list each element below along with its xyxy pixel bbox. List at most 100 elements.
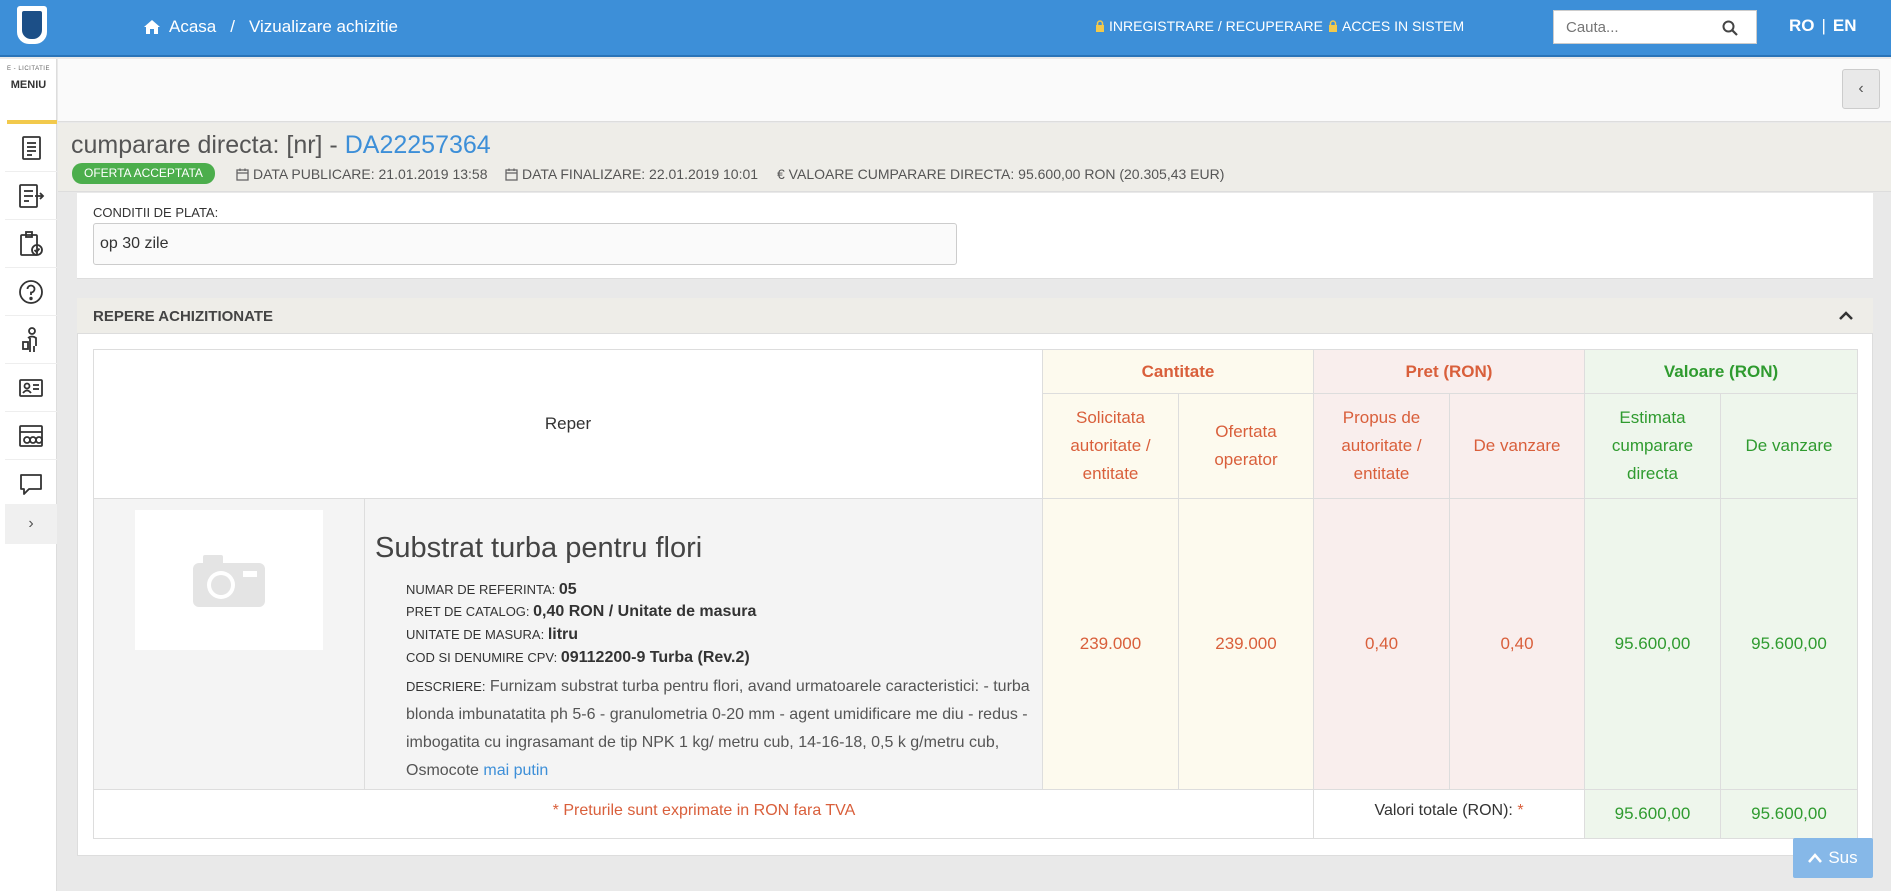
header-estimata: Estimata cumparare directa bbox=[1584, 393, 1721, 499]
total-estimated-cell: 95.600,00 bbox=[1584, 789, 1721, 839]
back-to-top-label: Sus bbox=[1828, 848, 1858, 867]
breadcrumb-home[interactable]: Acasa bbox=[169, 17, 216, 37]
sidebar-item-lists[interactable] bbox=[5, 172, 57, 220]
acquisition-value: € VALOARE CUMPARARE DIRECTA: 95.600,00 R… bbox=[777, 166, 1224, 182]
header-ofertata-label: Ofertata operator bbox=[1214, 422, 1278, 469]
status-badge: OFERTA ACCEPTATA bbox=[72, 163, 215, 184]
sidebar-item-help[interactable] bbox=[5, 268, 57, 316]
calendar-icon bbox=[505, 168, 518, 181]
payment-label: CONDITII DE PLATA: bbox=[93, 205, 219, 220]
sidebar-item-clipboard[interactable] bbox=[5, 220, 57, 268]
lang-separator: | bbox=[1821, 16, 1826, 35]
sidebar-item-documents[interactable] bbox=[5, 124, 57, 172]
register-label: INREGISTRARE / RECUPERARE bbox=[1109, 18, 1323, 34]
list-export-icon bbox=[19, 183, 45, 208]
total-sale-cell: 95.600,00 bbox=[1720, 789, 1858, 839]
sidebar-menu-label: MENIU bbox=[10, 79, 47, 91]
header-de-vanzare-pret-label: De vanzare bbox=[1473, 436, 1561, 455]
top-bar: Acasa / Vizualizare achizitie INREGISTRA… bbox=[0, 0, 1891, 57]
app-logo[interactable] bbox=[17, 6, 47, 44]
show-less-link[interactable]: mai putin bbox=[483, 762, 548, 779]
lang-en[interactable]: EN bbox=[1833, 16, 1857, 36]
breadcrumb-current: Vizualizare achizitie bbox=[248, 17, 398, 36]
sidebar-item-messages[interactable] bbox=[5, 460, 57, 508]
back-to-top-button[interactable]: Sus bbox=[1793, 838, 1873, 878]
payment-conditions-field: op 30 zile bbox=[93, 223, 957, 265]
login-link[interactable]: ACCES IN SISTEM bbox=[1328, 18, 1464, 34]
clipboard-check-icon bbox=[20, 230, 43, 256]
toolbar bbox=[58, 59, 1891, 122]
qty-offered-value: 239.000 bbox=[1215, 634, 1277, 653]
publish-date: DATA PUBLICARE: 21.01.2019 13:58 bbox=[236, 166, 488, 182]
breadcrumb-separator: / bbox=[230, 17, 235, 36]
product-image bbox=[135, 510, 323, 650]
sidebar-item-catalog[interactable] bbox=[5, 412, 57, 460]
header-solicitata: Solicitata autoritate / entitate bbox=[1042, 393, 1179, 499]
id-card-icon bbox=[19, 378, 43, 397]
help-circle-icon bbox=[19, 279, 43, 304]
language-switch: RO | EN bbox=[1789, 16, 1857, 36]
price-note: * Preturile sunt exprimate in RON fara T… bbox=[552, 802, 856, 819]
chevron-up-icon[interactable] bbox=[1838, 308, 1854, 324]
totals-label-text: Valori totale (RON): bbox=[1374, 802, 1513, 819]
header-cantitate-label: Cantitate bbox=[1141, 361, 1215, 381]
login-label: ACCES IN SISTEM bbox=[1342, 18, 1465, 34]
sidebar: E - LICITATIE MENIU › bbox=[0, 59, 57, 891]
lock-icon bbox=[1329, 20, 1337, 32]
acquisition-code: DA22257364 bbox=[344, 131, 491, 159]
cpv-value: 09112200-9 Turba (Rev.2) bbox=[560, 649, 750, 666]
lang-ro[interactable]: RO bbox=[1789, 16, 1815, 36]
cell-value-estimated: 95.600,00 bbox=[1584, 498, 1721, 790]
chat-bubble-icon bbox=[20, 473, 42, 495]
unit-label: UNITATE DE MASURA: bbox=[406, 627, 545, 642]
header-propus: Propus de autoritate / entitate bbox=[1313, 393, 1450, 499]
finalize-date-text: DATA FINALIZARE: 22.01.2019 10:01 bbox=[522, 166, 759, 182]
search-icon[interactable] bbox=[1722, 20, 1738, 36]
total-sale-value: 95.600,00 bbox=[1751, 804, 1827, 823]
sidebar-item-operators[interactable] bbox=[5, 316, 57, 364]
header-solicitata-label: Solicitata autoritate / entitate bbox=[1070, 408, 1151, 483]
reference-value: 05 bbox=[558, 581, 577, 598]
collapse-panel-button[interactable]: ‹ bbox=[1842, 69, 1880, 109]
product-name: Substrat turba pentru flori bbox=[375, 532, 703, 564]
value-estimated-value: 95.600,00 bbox=[1614, 634, 1691, 653]
person-handshake-icon bbox=[22, 326, 37, 352]
acquisition-value-text: € VALOARE CUMPARARE DIRECTA: 95.600,00 R… bbox=[777, 166, 1225, 182]
sidebar-item-identity[interactable] bbox=[5, 364, 57, 412]
product-cpv: COD SI DENUMIRE CPV: 09112200-9 Turba (R… bbox=[406, 649, 750, 667]
header-reper-label: Reper bbox=[544, 414, 592, 433]
register-link[interactable]: INREGISTRARE / RECUPERARE bbox=[1095, 18, 1323, 34]
cell-price-proposed: 0,40 bbox=[1313, 498, 1450, 790]
header-pret-label: Pret (RON) bbox=[1405, 361, 1493, 381]
catalog-icon bbox=[19, 424, 43, 447]
price-sale-value: 0,40 bbox=[1500, 634, 1534, 653]
publish-date-text: DATA PUBLICARE: 21.01.2019 13:58 bbox=[253, 166, 488, 182]
reference-label: NUMAR DE REFERINTA: bbox=[406, 582, 556, 597]
total-estimated-value: 95.600,00 bbox=[1614, 804, 1691, 823]
cell-qty-requested: 239.000 bbox=[1042, 498, 1179, 790]
lock-icon bbox=[1096, 20, 1104, 32]
title-prefix: cumparare directa: [nr] - bbox=[71, 131, 345, 159]
header-cantitate: Cantitate bbox=[1042, 349, 1314, 394]
search-input[interactable] bbox=[1554, 11, 1714, 43]
header-valoare-label: Valoare (RON) bbox=[1663, 361, 1779, 381]
header-de-vanzare-val-label: De vanzare bbox=[1745, 436, 1833, 455]
breadcrumb: Acasa / Vizualizare achizitie bbox=[143, 17, 398, 37]
product-catalog-price: PRET DE CATALOG: 0,40 RON / Unitate de m… bbox=[406, 603, 756, 621]
chevron-up-icon bbox=[1808, 853, 1823, 863]
unit-value: litru bbox=[547, 626, 579, 643]
sidebar-brand: E - LICITATIE bbox=[7, 66, 50, 72]
sidebar-title: E - LICITATIE MENIU bbox=[0, 66, 57, 91]
finalize-date: DATA FINALIZARE: 22.01.2019 10:01 bbox=[505, 166, 758, 182]
sidebar-expand-button[interactable]: › bbox=[5, 504, 57, 544]
product-unit: UNITATE DE MASURA: litru bbox=[406, 626, 578, 644]
description-label: DESCRIERE: bbox=[406, 679, 486, 694]
header-de-vanzare-pret: De vanzare bbox=[1449, 393, 1585, 499]
value-sale-value: 95.600,00 bbox=[1751, 634, 1827, 653]
header-pret: Pret (RON) bbox=[1313, 349, 1585, 394]
items-panel-header[interactable] bbox=[77, 298, 1873, 334]
header-ofertata: Ofertata operator bbox=[1178, 393, 1314, 499]
qty-requested-value: 239.000 bbox=[1079, 634, 1142, 653]
product-description: DESCRIERE: Furnizam substrat turba pentr… bbox=[406, 673, 1031, 785]
product-reference: NUMAR DE REFERINTA: 05 bbox=[406, 581, 577, 599]
